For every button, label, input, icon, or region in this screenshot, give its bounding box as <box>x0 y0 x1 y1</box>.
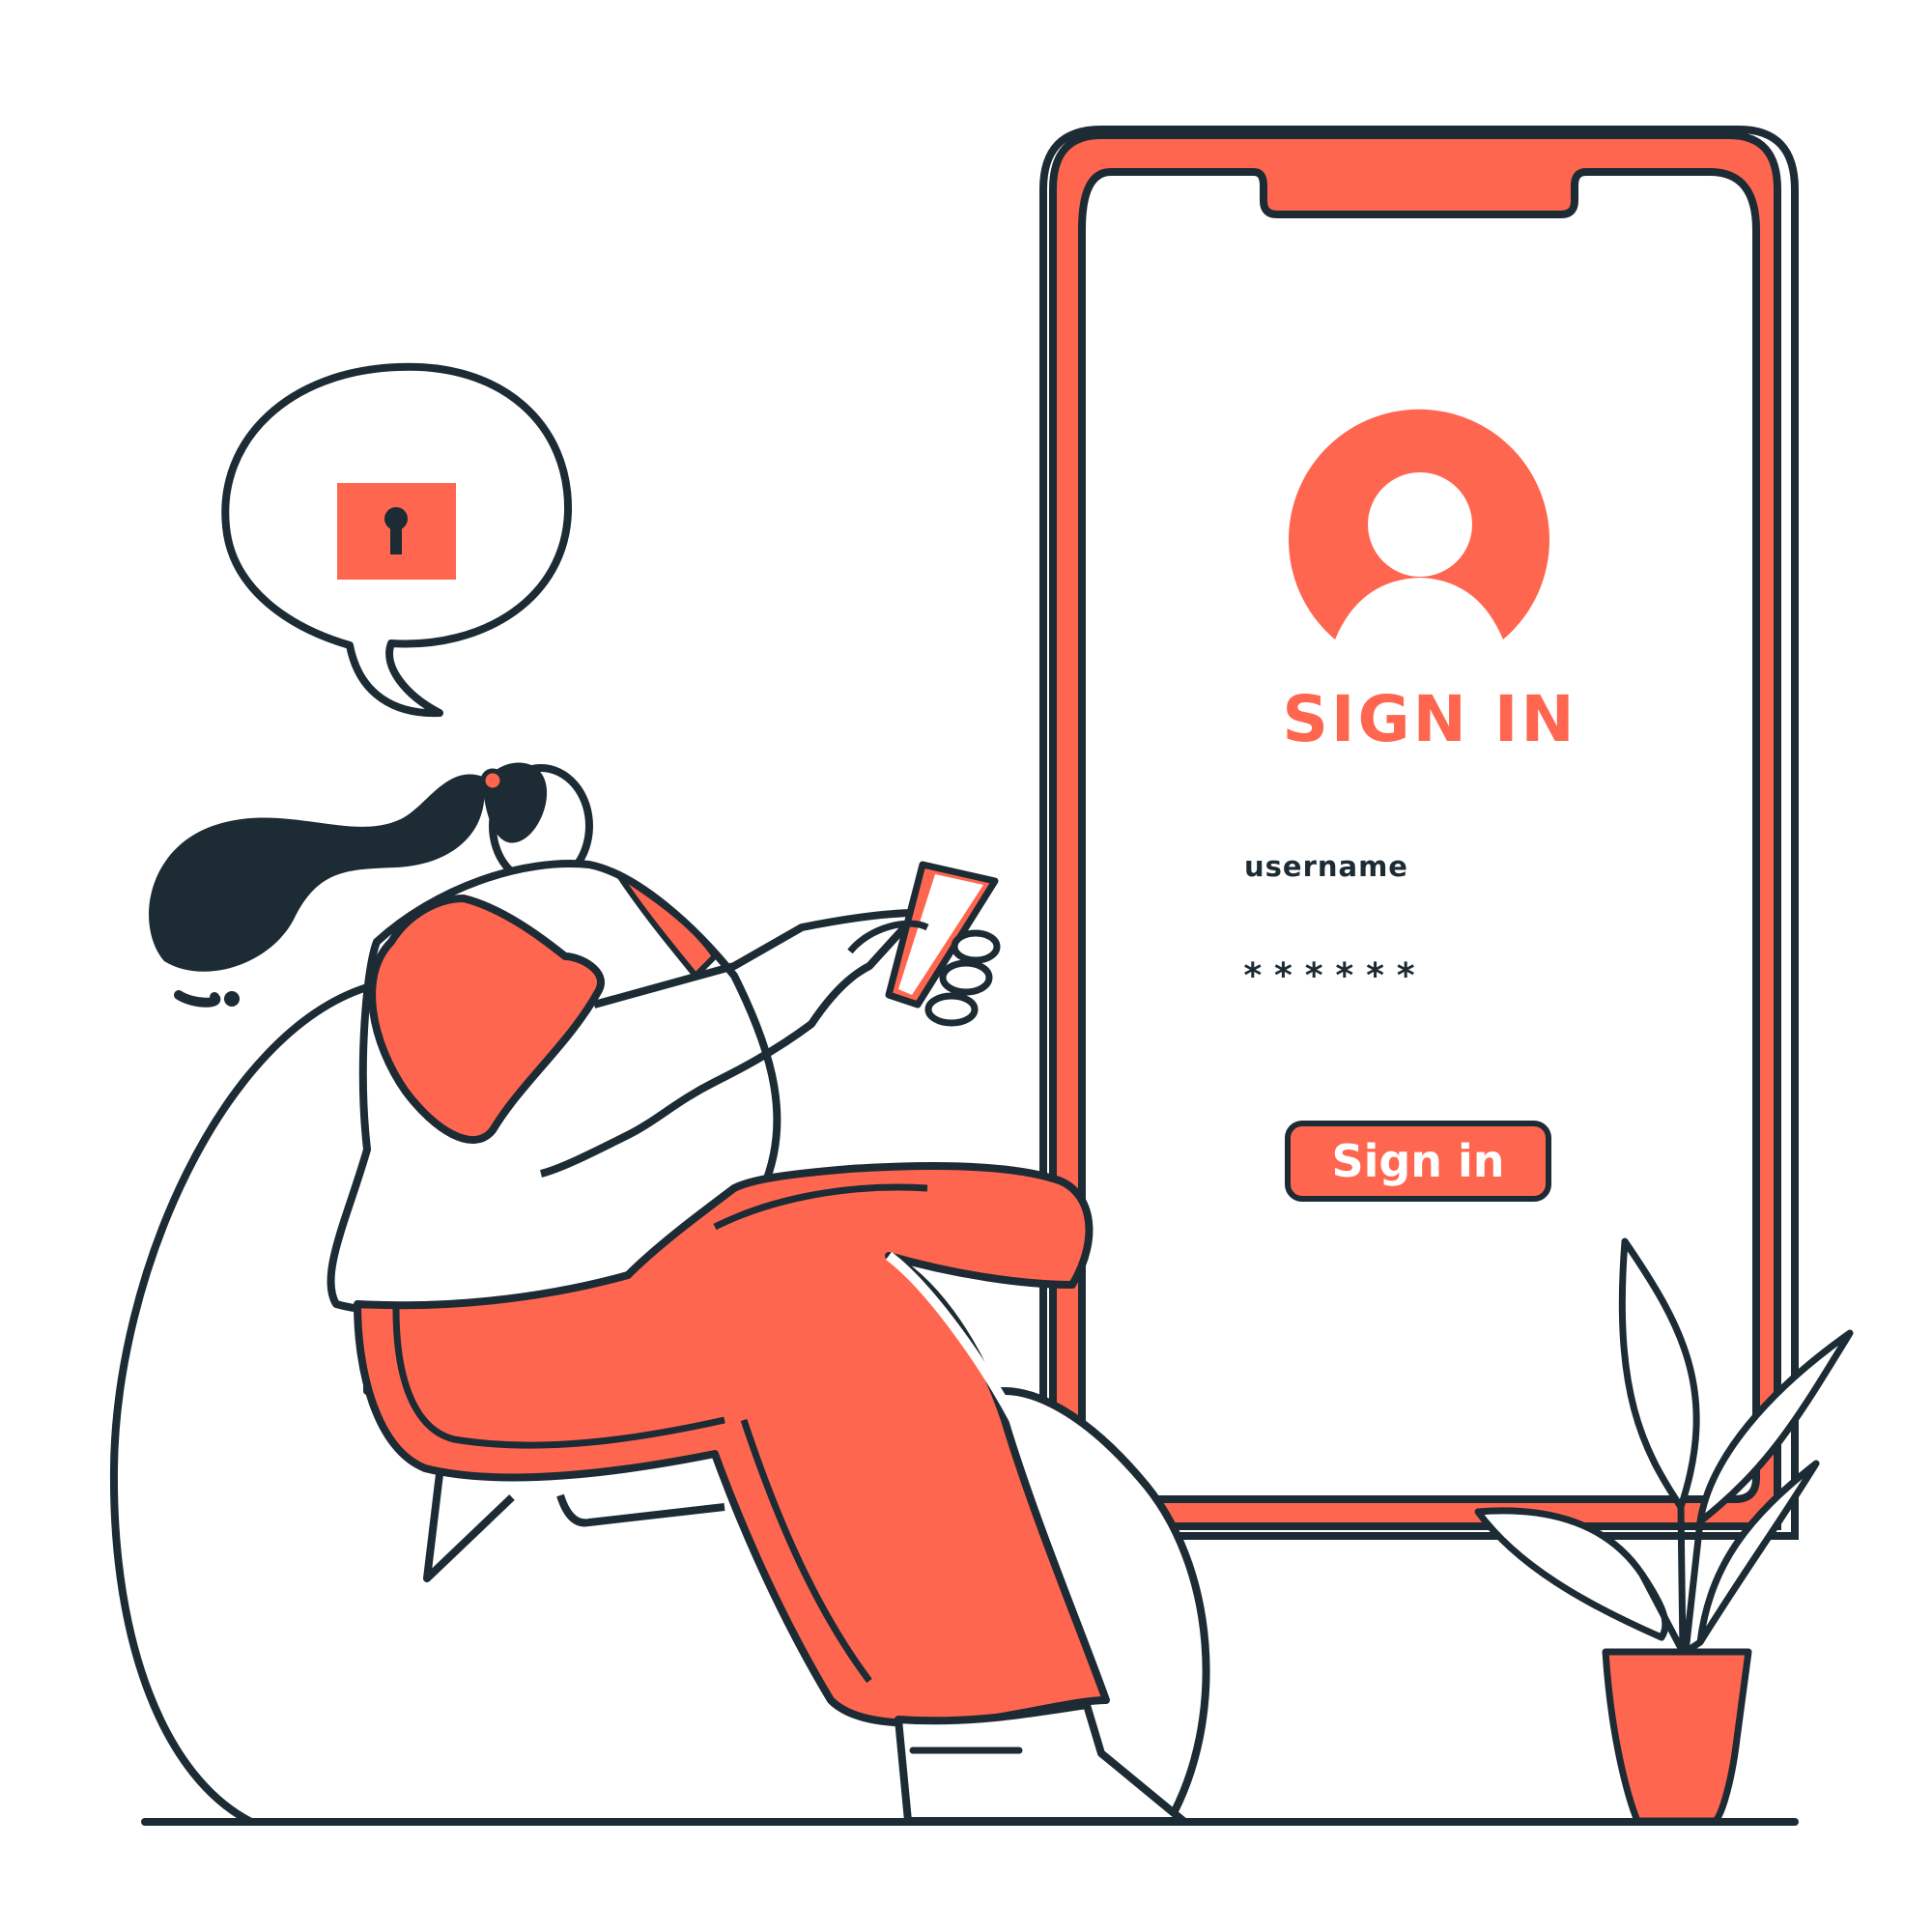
speech-bubble <box>221 362 573 718</box>
password-field[interactable]: ****** <box>1242 956 1426 996</box>
illustration-scene <box>109 126 1854 1826</box>
padlock-icon <box>337 483 456 580</box>
big-phone <box>1039 126 1799 1540</box>
sign-in-button[interactable]: Sign in <box>1285 1121 1551 1202</box>
sign-in-title: SIGN IN <box>1282 682 1577 756</box>
username-field[interactable]: username <box>1244 850 1408 883</box>
